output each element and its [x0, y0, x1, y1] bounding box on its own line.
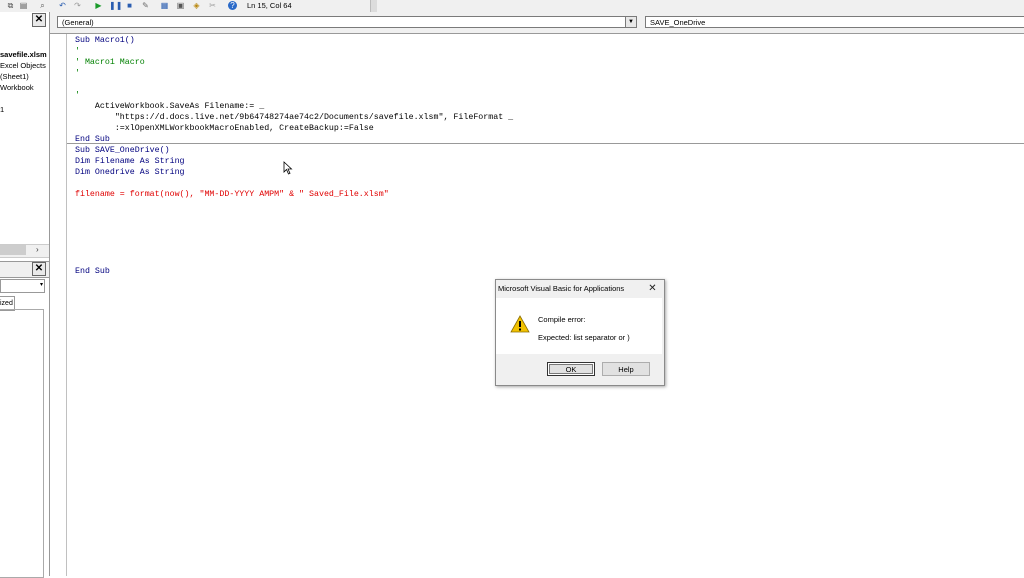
tree-item-module1[interactable]: 1 [0, 105, 4, 114]
code-line[interactable]: Sub SAVE_OneDrive() [75, 145, 513, 156]
tree-item-sheet1[interactable]: (Sheet1) [0, 72, 29, 81]
scroll-right-arrow-icon[interactable]: › [36, 245, 39, 254]
code-line[interactable]: :=xlOpenXMLWorkbookMacroEnabled, CreateB… [75, 123, 513, 134]
tree-item-project[interactable]: savefile.xlsm [0, 50, 47, 59]
dialog-close-icon[interactable]: ✕ [647, 283, 658, 294]
chevron-down-icon: ▾ [39, 282, 43, 288]
code-line[interactable] [75, 211, 513, 222]
ok-button[interactable]: OK [547, 362, 595, 376]
code-line[interactable]: End Sub [75, 266, 513, 277]
code-line[interactable] [75, 244, 513, 255]
code-line[interactable] [75, 255, 513, 266]
properties-grid [0, 309, 44, 578]
code-line[interactable]: Dim Onedrive As String [75, 167, 513, 178]
project-explorer-icon[interactable]: ▦ [160, 1, 169, 10]
properties-object-dropdown[interactable]: ▾ [0, 279, 45, 293]
code-editor[interactable]: Sub Macro1() ' ' Macro1 Macro ' ' ActiveWor… [75, 35, 513, 277]
code-line[interactable]: Dim Filename As String [75, 156, 513, 167]
mouse-pointer-icon [283, 161, 293, 175]
code-line[interactable] [75, 233, 513, 244]
toolbar-grip[interactable] [370, 0, 377, 12]
tree-item-excel-objects[interactable]: Excel Objects [0, 61, 46, 70]
dialog-error-title: Compile error: [538, 315, 586, 324]
properties-icon[interactable]: ▣ [176, 1, 185, 10]
help-button[interactable]: Help [602, 362, 650, 376]
code-line[interactable]: "https://d.docs.live.net/9b64748274ae74c… [75, 112, 513, 123]
code-line[interactable]: ActiveWorkbook.SaveAs Filename:= _ [75, 101, 513, 112]
procedure-combobox[interactable]: SAVE_OneDrive [645, 16, 1024, 28]
redo-icon[interactable]: ↷ [73, 1, 82, 10]
toolbox-icon[interactable]: ✂ [208, 1, 217, 10]
dialog-title: Microsoft Visual Basic for Applications [498, 284, 625, 293]
code-line[interactable] [75, 178, 513, 189]
object-combobox[interactable]: (General) ▼ [57, 16, 637, 28]
procedure-combo-value: SAVE_OneDrive [650, 18, 706, 27]
warning-icon [510, 315, 530, 333]
cursor-position-status: Ln 15, Col 64 [247, 1, 292, 10]
code-line[interactable]: ' [75, 68, 513, 79]
chevron-down-icon[interactable]: ▼ [625, 17, 636, 27]
tree-item-workbook[interactable]: Workbook [0, 83, 34, 92]
scrollbar-thumb[interactable] [0, 245, 26, 255]
code-line[interactable]: ' [75, 46, 513, 57]
code-line[interactable] [75, 200, 513, 211]
code-line[interactable]: ' [75, 90, 513, 101]
code-line[interactable]: ' Macro1 Macro [75, 57, 513, 68]
project-explorer-close-button[interactable]: ✕ [32, 13, 46, 27]
code-line[interactable] [75, 79, 513, 90]
code-line[interactable]: End Sub [75, 134, 513, 145]
object-browser-icon[interactable]: ◈ [192, 1, 201, 10]
copy-icon[interactable]: ⧉ [6, 1, 15, 10]
code-line[interactable] [75, 222, 513, 233]
find-icon[interactable]: ⌕ [38, 1, 47, 10]
design-mode-icon[interactable]: ✎ [141, 1, 150, 10]
help-icon[interactable]: ? [228, 1, 237, 10]
run-icon[interactable]: ▶ [94, 1, 103, 10]
code-line[interactable]: Sub Macro1() [75, 35, 513, 46]
object-combo-value: (General) [62, 18, 94, 27]
paste-icon[interactable]: ▤ [19, 1, 28, 10]
undo-icon[interactable]: ↶ [58, 1, 67, 10]
code-line[interactable]: filename = format(now(), "MM-DD-YYYY AMP… [75, 189, 513, 200]
dialog-error-message: Expected: list separator or ) [538, 333, 630, 342]
break-icon[interactable]: ❚❚ [109, 1, 122, 10]
reset-icon[interactable]: ■ [125, 1, 134, 10]
properties-close-button[interactable]: ✕ [32, 262, 46, 276]
margin-indicator-bar[interactable] [52, 34, 67, 576]
